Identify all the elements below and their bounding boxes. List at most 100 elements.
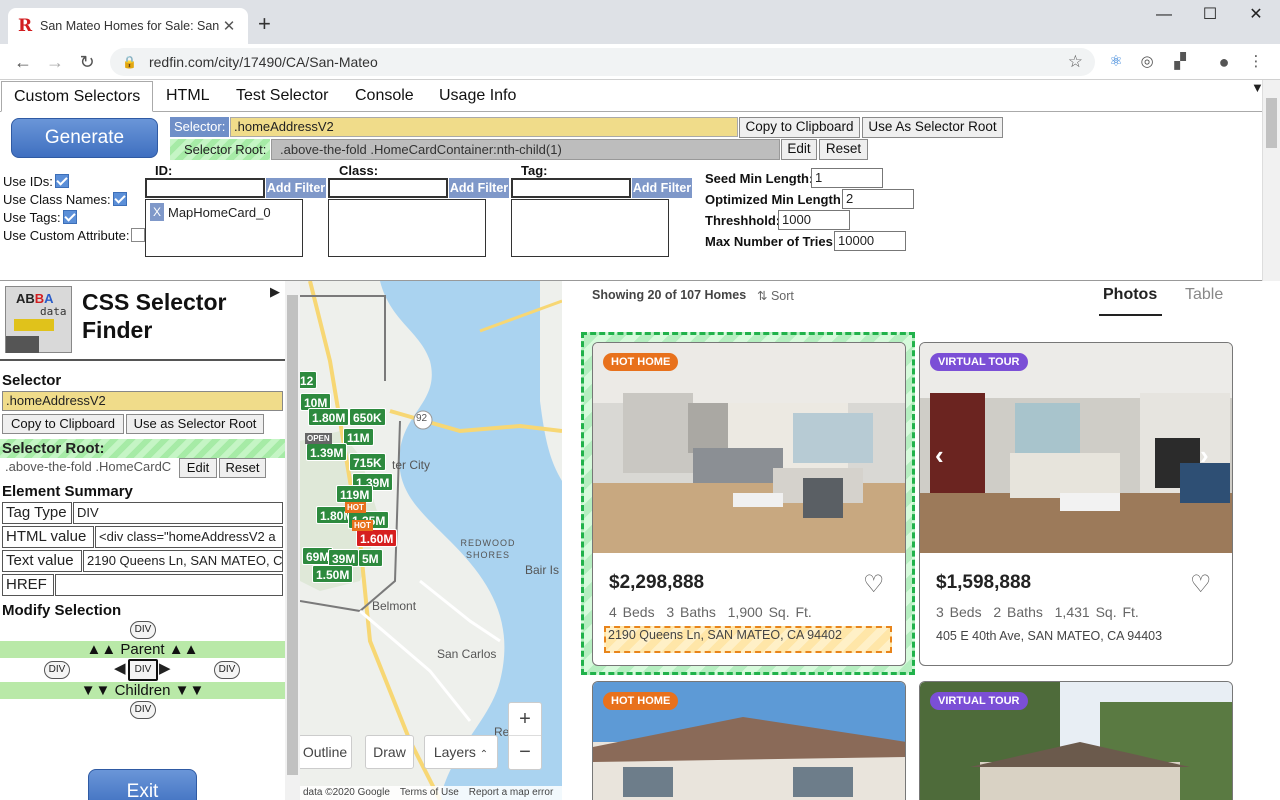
selector-field[interactable]: .homeAddressV2: [230, 117, 738, 137]
use-as-selector-root-button[interactable]: Use As Selector Root: [862, 117, 1003, 138]
close-tab-icon[interactable]: ✕: [220, 17, 238, 35]
use-tags-checkbox[interactable]: [62, 210, 77, 224]
prev-sibling-arrow-icon[interactable]: ◀: [114, 659, 126, 677]
class-add-filter-button[interactable]: Add Filter: [449, 178, 509, 198]
selector-root-field[interactable]: .above-the-fold .HomeCardContainer:nth-c…: [271, 139, 780, 160]
exit-button[interactable]: Exit: [88, 769, 197, 800]
max-tries-input[interactable]: 10000: [834, 231, 906, 251]
finder-selector-field[interactable]: .homeAddressV2: [2, 391, 283, 411]
remove-filter-icon[interactable]: X: [150, 203, 164, 221]
map-price-pin[interactable]: 715K: [349, 453, 386, 471]
tab-table[interactable]: Table: [1185, 286, 1223, 304]
forward-icon[interactable]: →: [42, 49, 68, 75]
home-photo[interactable]: HOT HOME: [593, 343, 905, 553]
use-class-names-checkbox[interactable]: [112, 192, 127, 206]
tag-filter-input[interactable]: [511, 178, 631, 198]
zoom-in-button[interactable]: +: [509, 703, 541, 736]
browser-tab[interactable]: R San Mateo Homes for Sale: San M ✕: [8, 8, 248, 44]
class-filter-input[interactable]: [328, 178, 448, 198]
sort-button[interactable]: ⇅ Sort: [757, 288, 794, 303]
tab-usage-info[interactable]: Usage Info: [427, 81, 528, 112]
map-price-pin[interactable]: 11M: [343, 428, 374, 446]
map-price-pin[interactable]: 1.39M: [306, 443, 348, 461]
layers-button[interactable]: Layers ⌃: [424, 735, 498, 769]
use-custom-attribute-label: Use Custom Attribute:: [3, 228, 130, 243]
maximize-icon[interactable]: ☐: [1187, 4, 1233, 26]
map-price-pin[interactable]: 12: [300, 371, 318, 389]
tab-custom-selectors[interactable]: Custom Selectors: [1, 81, 154, 112]
copy-to-clipboard-button[interactable]: Copy to Clipboard: [739, 117, 860, 138]
map-price-pin[interactable]: 1.80M: [308, 408, 350, 426]
back-icon[interactable]: ←: [10, 49, 36, 75]
home-card[interactable]: HOT HOME: [592, 681, 906, 800]
reload-icon[interactable]: ↻: [74, 49, 100, 75]
grandparent-div-pill[interactable]: DIV: [130, 621, 156, 639]
virtual-tour-badge: VIRTUAL TOUR: [930, 692, 1028, 710]
favorite-heart-icon[interactable]: ♡: [1190, 570, 1212, 599]
new-tab-icon[interactable]: +: [258, 13, 271, 35]
address-bar[interactable]: 🔒 redfin.com/city/17490/CA/San-Mateo ☆: [110, 48, 1095, 76]
home-photo[interactable]: HOT HOME: [593, 682, 905, 800]
seed-min-length-input[interactable]: 1: [811, 168, 883, 188]
generate-button[interactable]: Generate: [11, 118, 158, 158]
carousel-prev-icon[interactable]: ‹: [935, 440, 944, 471]
next-sibling-div-pill[interactable]: DIV: [214, 661, 240, 679]
finder-edit-root-button[interactable]: Edit: [179, 458, 217, 478]
optimized-min-length-input[interactable]: 2: [842, 189, 914, 209]
report-map-error-link[interactable]: Report a map error: [469, 786, 553, 800]
close-window-icon[interactable]: ✕: [1233, 4, 1279, 26]
tab-html[interactable]: HTML: [154, 81, 222, 112]
next-sibling-arrow-icon[interactable]: ▶: [159, 659, 171, 677]
map-price-pin[interactable]: 1.50M: [312, 565, 354, 583]
tab-test-selector[interactable]: Test Selector: [224, 81, 340, 112]
redfin-favicon-icon: R: [18, 16, 33, 36]
virtual-tour-badge: VIRTUAL TOUR: [930, 353, 1028, 371]
id-add-filter-button[interactable]: Add Filter: [266, 178, 326, 198]
favorite-heart-icon[interactable]: ♡: [863, 570, 885, 599]
id-filter-input[interactable]: [145, 178, 265, 198]
home-card[interactable]: VIRTUAL TOUR: [919, 681, 1233, 800]
extension-icon[interactable]: ◎: [1137, 52, 1157, 72]
finder-copy-to-clipboard-button[interactable]: Copy to Clipboard: [2, 414, 124, 434]
terms-of-use-link[interactable]: Terms of Use: [400, 786, 459, 800]
use-ids-checkbox[interactable]: [54, 174, 69, 188]
use-custom-attribute-checkbox[interactable]: [131, 228, 146, 242]
draw-button[interactable]: Draw: [365, 735, 414, 769]
map-price-pin[interactable]: 650K: [349, 408, 386, 426]
minimize-icon[interactable]: —: [1141, 4, 1187, 26]
profile-icon[interactable]: ●: [1214, 52, 1234, 72]
tab-photos[interactable]: Photos: [1103, 286, 1157, 304]
home-address[interactable]: 405 E 40th Ave, SAN MATEO, CA 94403: [936, 629, 1162, 643]
select-children-button[interactable]: ▼▼ Children ▼▼: [0, 682, 285, 699]
home-card[interactable]: HOT HOME $2,298,888 ♡ 4 Beds 3 Baths 1,9…: [592, 342, 906, 666]
carousel-next-icon[interactable]: ›: [1200, 440, 1209, 471]
reset-root-button[interactable]: Reset: [819, 139, 868, 160]
abba-extension-icon[interactable]: ▞: [1170, 52, 1190, 72]
zoom-out-button[interactable]: −: [509, 736, 541, 769]
edit-root-button[interactable]: Edit: [781, 139, 817, 160]
current-element-div-pill[interactable]: DIV: [128, 659, 158, 681]
tag-add-filter-button[interactable]: Add Filter: [632, 178, 692, 198]
home-address[interactable]: 2190 Queens Ln, SAN MATEO, CA 94402: [608, 628, 842, 642]
expand-triangle-icon[interactable]: ▶: [270, 284, 280, 300]
finder-use-as-selector-root-button[interactable]: Use as Selector Root: [126, 414, 264, 434]
select-parent-button[interactable]: ▲▲ Parent ▲▲: [0, 641, 285, 658]
panel-scrollbar[interactable]: [1262, 80, 1280, 281]
menu-kebab-icon[interactable]: ⋮: [1246, 52, 1266, 72]
home-card[interactable]: VIRTUAL TOUR $1,598,888 ♡ 3 Beds 2 Baths…: [919, 342, 1233, 666]
home-photo[interactable]: VIRTUAL TOUR: [920, 682, 1232, 800]
map-price-pin-selected[interactable]: 1.60M: [356, 529, 398, 547]
prev-sibling-div-pill[interactable]: DIV: [44, 661, 70, 679]
finder-reset-root-button[interactable]: Reset: [219, 458, 266, 478]
react-devtools-icon[interactable]: ⚛: [1106, 52, 1126, 72]
map-price-pin[interactable]: 119M: [336, 485, 374, 503]
bookmark-star-icon[interactable]: ☆: [1068, 52, 1083, 72]
finder-scrollbar[interactable]: [285, 281, 300, 800]
selector-root-label: Selector Root:: [170, 139, 270, 160]
threshold-input[interactable]: 1000: [778, 210, 850, 230]
child-div-pill[interactable]: DIV: [130, 701, 156, 719]
outline-button[interactable]: Outline: [300, 735, 352, 769]
tab-console[interactable]: Console: [343, 81, 426, 112]
map-price-pin[interactable]: 5M: [358, 549, 383, 567]
home-photo[interactable]: VIRTUAL TOUR: [920, 343, 1232, 553]
